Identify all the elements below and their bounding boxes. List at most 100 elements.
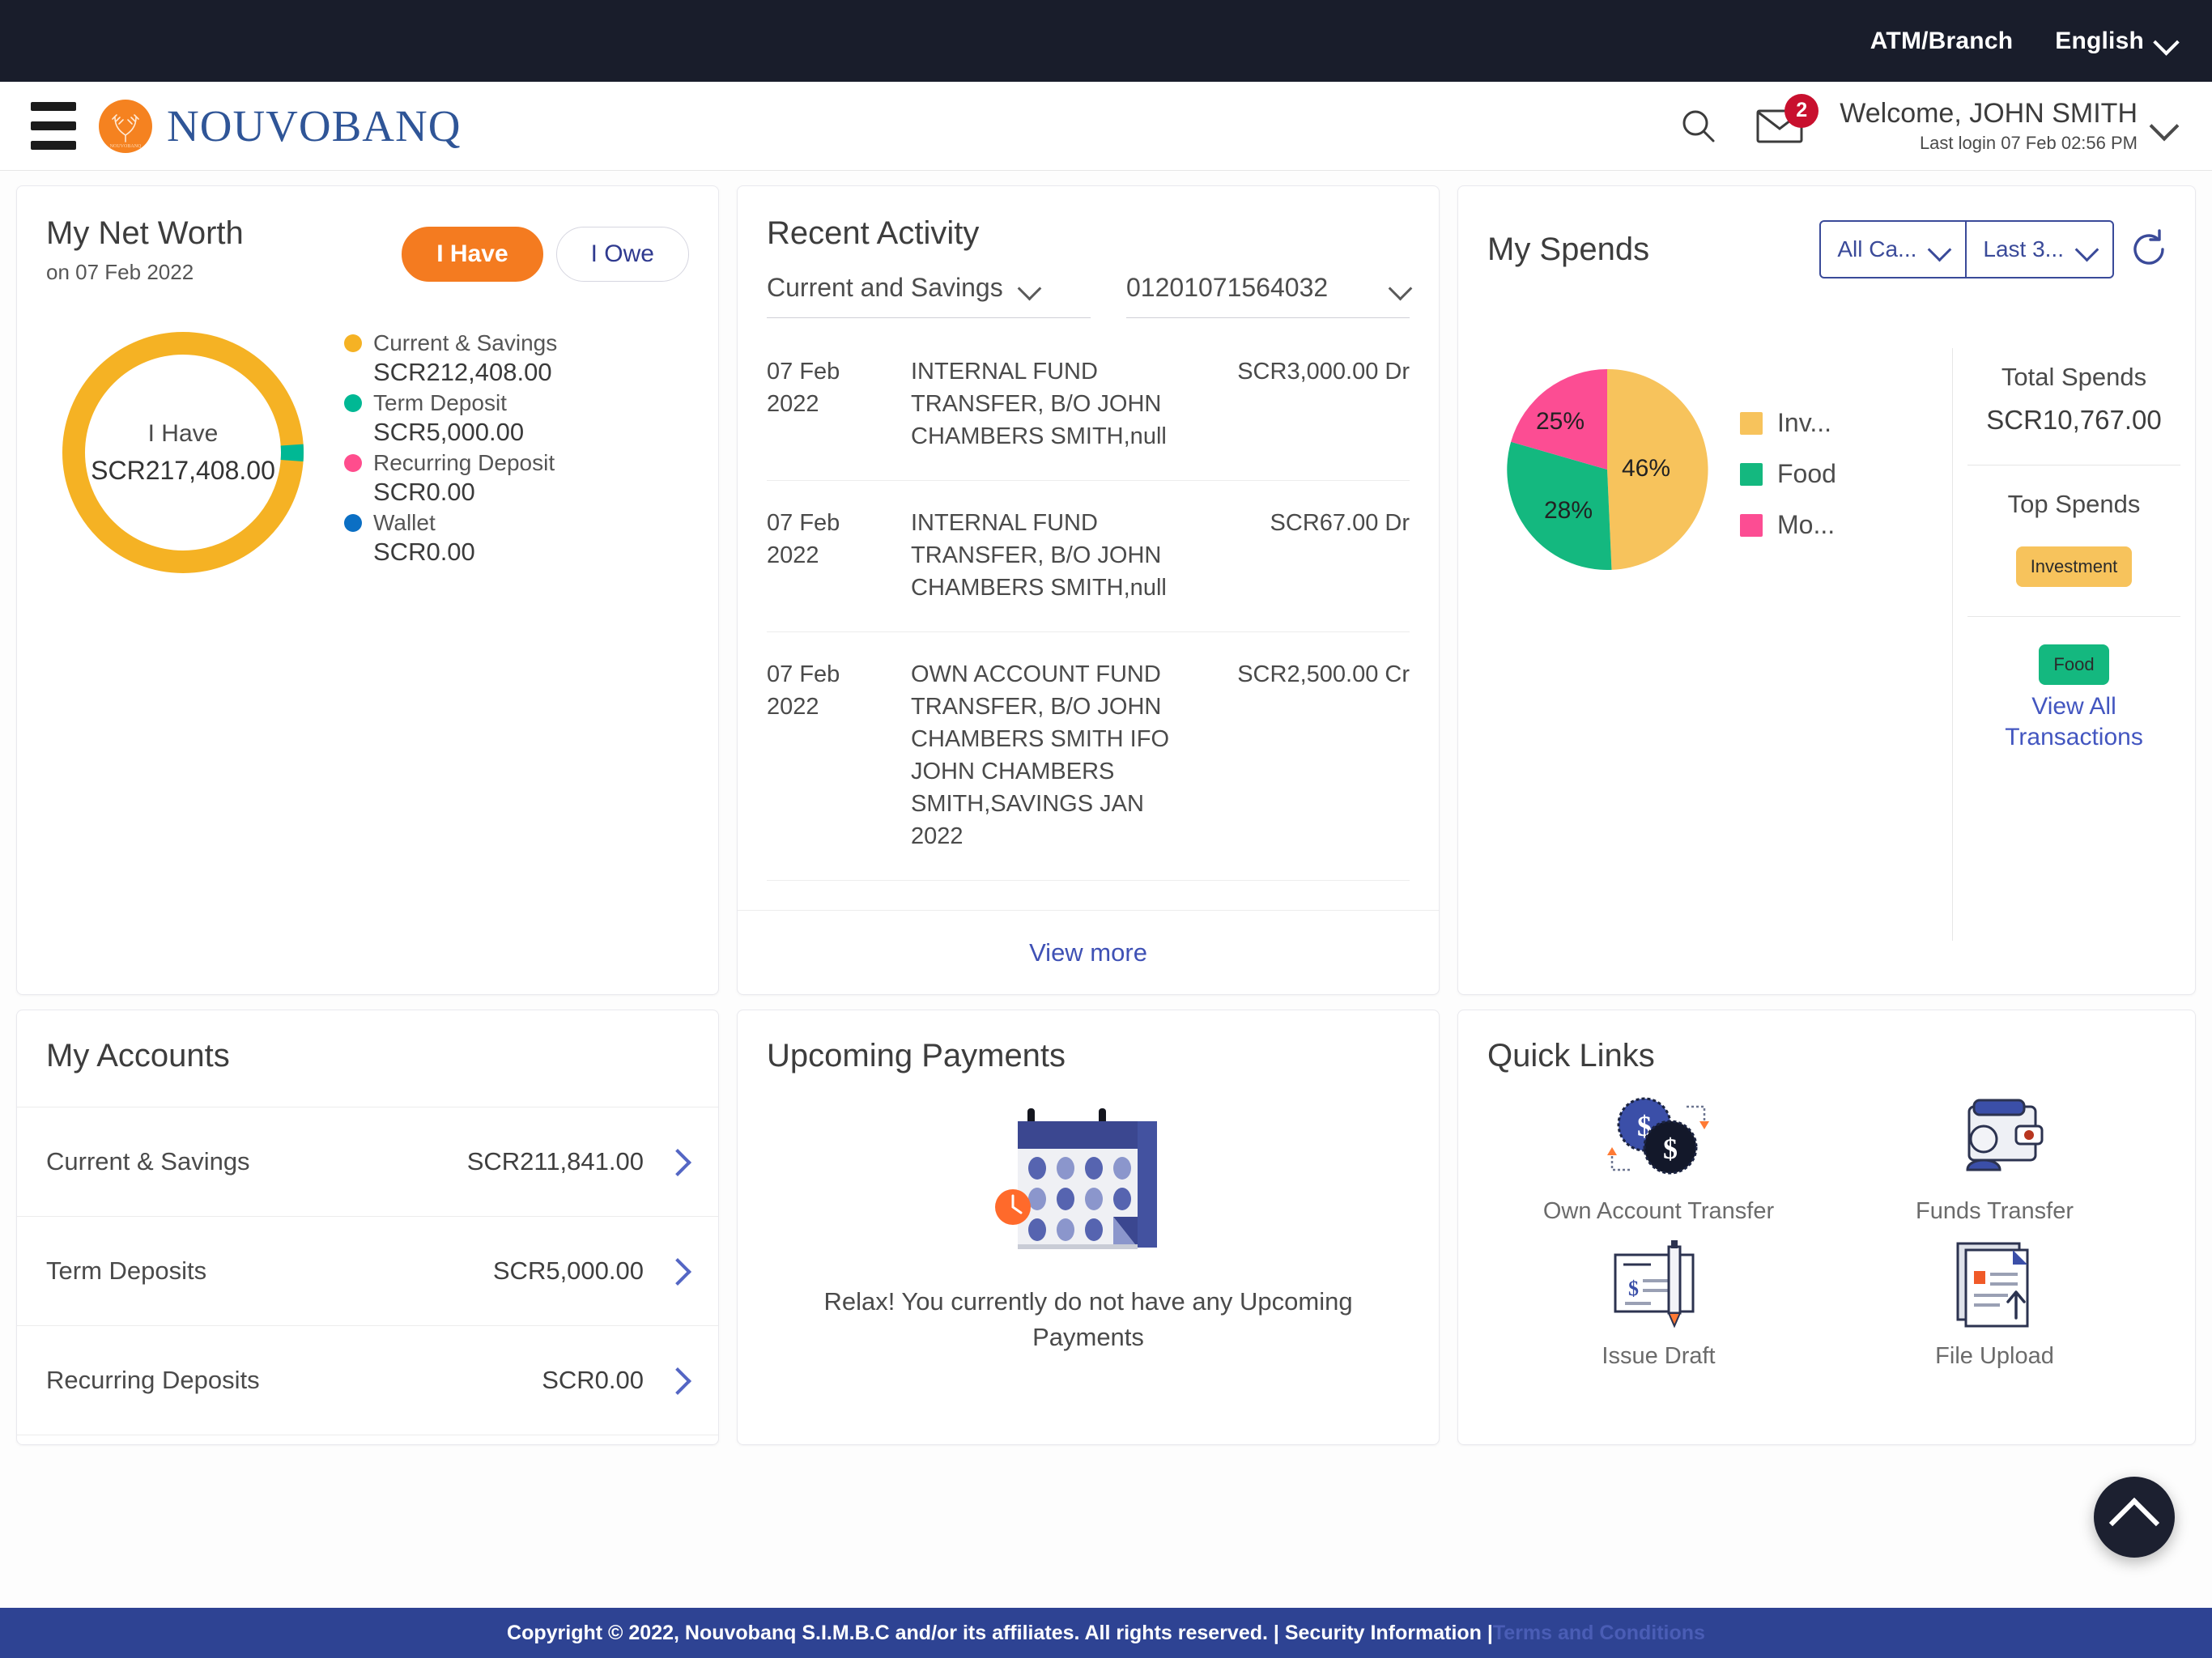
chevron-right-icon [668, 1370, 689, 1391]
net-worth-body: I Have SCR217,408.00 Current & Savings S… [17, 285, 718, 586]
quick-links-grid: $ $ Own Account Transfer Funds Transfer … [1458, 1074, 2195, 1371]
legend-color-dot [344, 454, 362, 472]
spends-pie-chart: 46% 28% 25% [1502, 364, 1712, 575]
account-type-dropdown[interactable]: Current and Savings [767, 273, 1091, 318]
dashboard-page: ATM/Branch English NOUVOBANQ NOUVOBANQ 2… [0, 0, 2212, 1658]
language-selector[interactable]: English [2055, 28, 2176, 55]
category-filter-value: All Ca... [1837, 236, 1917, 261]
refresh-icon[interactable] [2127, 227, 2171, 271]
quick-link-label: Issue Draft [1602, 1342, 1716, 1369]
legend-color-dot [344, 334, 362, 352]
quick-link-issue-draft[interactable]: $ Issue Draft [1491, 1234, 1827, 1372]
quick-link-funds-transfer[interactable]: Funds Transfer [1827, 1089, 2163, 1227]
total-spends-amount: SCR10,767.00 [1986, 405, 2162, 435]
brand-name: NOUVOBANQ [167, 101, 462, 151]
account-amount: SCR5,000.00 [492, 1256, 644, 1285]
mail-notifications-button[interactable]: 2 [1755, 93, 1819, 146]
quick-link-file-upload[interactable]: File Upload [1827, 1234, 2163, 1372]
quick-link-label: File Upload [1935, 1342, 2054, 1369]
account-amount: SCR211,841.00 [466, 1147, 644, 1175]
legend-label-row: Recurring Deposit [344, 450, 557, 476]
account-number-dropdown[interactable]: 01201071564032 [1126, 273, 1410, 318]
i-have-toggle-button[interactable]: I Have [402, 227, 543, 282]
quick-link-label: Funds Transfer [1915, 1198, 2074, 1224]
hamburger-menu-icon[interactable] [31, 102, 76, 150]
atm-branch-link[interactable]: ATM/Branch [1870, 28, 2013, 55]
net-worth-donut-chart: I Have SCR217,408.00 [49, 319, 317, 586]
net-worth-legend: Current & Savings SCR212,408.00 Term Dep… [344, 319, 557, 567]
my-spends-controls: All Ca... Last 3... [1819, 220, 2171, 278]
top-spend-chip-food[interactable]: Food [2039, 644, 2109, 685]
divider [1967, 465, 2180, 466]
legend-item: Food [1740, 459, 1836, 489]
account-row-partial[interactable] [17, 1435, 718, 1444]
my-accounts-title: My Accounts [46, 1038, 230, 1073]
upcoming-payments-card: Upcoming Payments Relax! You currently d… [737, 1010, 1440, 1445]
transaction-description: OWN ACCOUNT FUND TRANSFER, B/O JOHN CHAM… [911, 661, 1170, 850]
chevron-down-icon [2155, 31, 2176, 52]
dashboard-row-top: My Net Worth on 07 Feb 2022 I Have I Owe [16, 185, 2196, 995]
spends-filter-group: All Ca... Last 3... [1819, 220, 2114, 278]
recent-activity-header: Recent Activity [738, 186, 1439, 252]
user-text-group: Welcome, JOHN SMITH Last login 07 Feb 02… [1840, 98, 2138, 154]
legend-item: Inv... [1740, 408, 1836, 438]
top-spend-chip-investment[interactable]: Investment [2015, 546, 2133, 587]
notification-badge: 2 [1784, 93, 1819, 128]
account-row-term-deposits[interactable]: Term Deposits SCR5,000.00 [17, 1216, 718, 1325]
period-filter-dropdown[interactable]: Last 3... [1965, 222, 2112, 277]
transaction-row[interactable]: 07 Feb 2022 INTERNAL FUND TRANSFER, B/O … [767, 481, 1410, 633]
chevron-down-icon [2077, 240, 2096, 259]
chevron-right-icon [668, 1151, 689, 1172]
spends-legend: Inv... Food Mo... [1740, 364, 1836, 540]
issue-draft-icon: $ [1602, 1234, 1716, 1335]
recent-activity-card: Recent Activity Current and Savings 0120… [737, 185, 1440, 995]
legend-label-text: Wallet [373, 510, 436, 535]
transaction-row[interactable]: 07 Feb 2022 OWN ACCOUNT FUND TRANSFER, B… [767, 632, 1410, 882]
donut-center-amount: SCR217,408.00 [91, 455, 275, 485]
user-menu[interactable]: Welcome, JOHN SMITH Last login 07 Feb 02… [1840, 98, 2176, 154]
category-filter-dropdown[interactable]: All Ca... [1821, 222, 1965, 277]
legend-color-dot [344, 514, 362, 532]
legend-color-swatch [1740, 462, 1763, 486]
view-all-transactions-link[interactable]: View All Transactions [1967, 691, 2180, 754]
scroll-to-top-button[interactable] [2094, 1477, 2175, 1558]
nouvobanq-mark-icon: NOUVOBANQ [99, 99, 152, 153]
quick-link-own-account-transfer[interactable]: $ $ Own Account Transfer [1491, 1089, 1827, 1227]
spends-chart-area: 46% 28% 25% Inv... Food Mo... [1458, 348, 1952, 941]
legend-item: Current & Savings SCR212,408.00 [344, 330, 557, 387]
chevron-down-icon [1390, 278, 1410, 298]
footer-copyright: Copyright © 2022, Nouvobanq S.I.M.B.C an… [507, 1621, 1493, 1644]
terms-and-conditions-link[interactable]: Terms and Conditions [1493, 1622, 1705, 1645]
period-filter-value: Last 3... [1983, 236, 2064, 261]
svg-text:$: $ [1663, 1133, 1678, 1165]
legend-label-text: Current & Savings [373, 330, 558, 355]
pie-slice-label: 25% [1536, 408, 1585, 435]
transaction-amount: SCR67.00 Dr [1270, 510, 1410, 537]
transaction-description: INTERNAL FUND TRANSFER, B/O JOHN CHAMBER… [911, 359, 1167, 450]
legend-amount: SCR212,408.00 [373, 358, 552, 386]
quick-links-header: Quick Links [1458, 1010, 2195, 1074]
search-icon[interactable] [1678, 105, 1720, 147]
welcome-text: Welcome, JOHN SMITH [1840, 97, 2138, 129]
view-more-button[interactable]: View more [738, 910, 1439, 994]
account-row-recurring-deposits[interactable]: Recurring Deposits SCR0.00 [17, 1325, 718, 1435]
account-row-current-savings[interactable]: Current & Savings SCR211,841.00 [17, 1107, 718, 1216]
account-number-value: 01201071564032 [1126, 273, 1329, 302]
upcoming-payments-header: Upcoming Payments [738, 1010, 1439, 1074]
legend-label-text: Term Deposit [373, 390, 507, 415]
i-owe-toggle-button[interactable]: I Owe [555, 227, 689, 282]
calendar-illustration-icon [995, 1102, 1181, 1260]
legend-label-text: Mo... [1777, 510, 1836, 539]
account-type-value: Current and Savings [767, 273, 1003, 302]
transaction-row[interactable]: 07 Feb 2022 INTERNAL FUND TRANSFER, B/O … [767, 318, 1410, 482]
account-name: Recurring Deposits [46, 1366, 260, 1394]
legend-label-text: Food [1777, 459, 1836, 488]
legend-color-swatch [1740, 513, 1763, 537]
legend-item: Wallet SCR0.00 [344, 510, 557, 567]
chevron-down-icon[interactable] [2152, 114, 2176, 138]
pie-slice-label: 46% [1622, 455, 1671, 482]
brand-logo[interactable]: NOUVOBANQ NOUVOBANQ [99, 99, 462, 153]
transaction-list: 07 Feb 2022 INTERNAL FUND TRANSFER, B/O … [738, 318, 1439, 882]
transaction-amount: SCR2,500.00 Cr [1237, 661, 1410, 688]
language-label[interactable]: English [2055, 28, 2144, 55]
